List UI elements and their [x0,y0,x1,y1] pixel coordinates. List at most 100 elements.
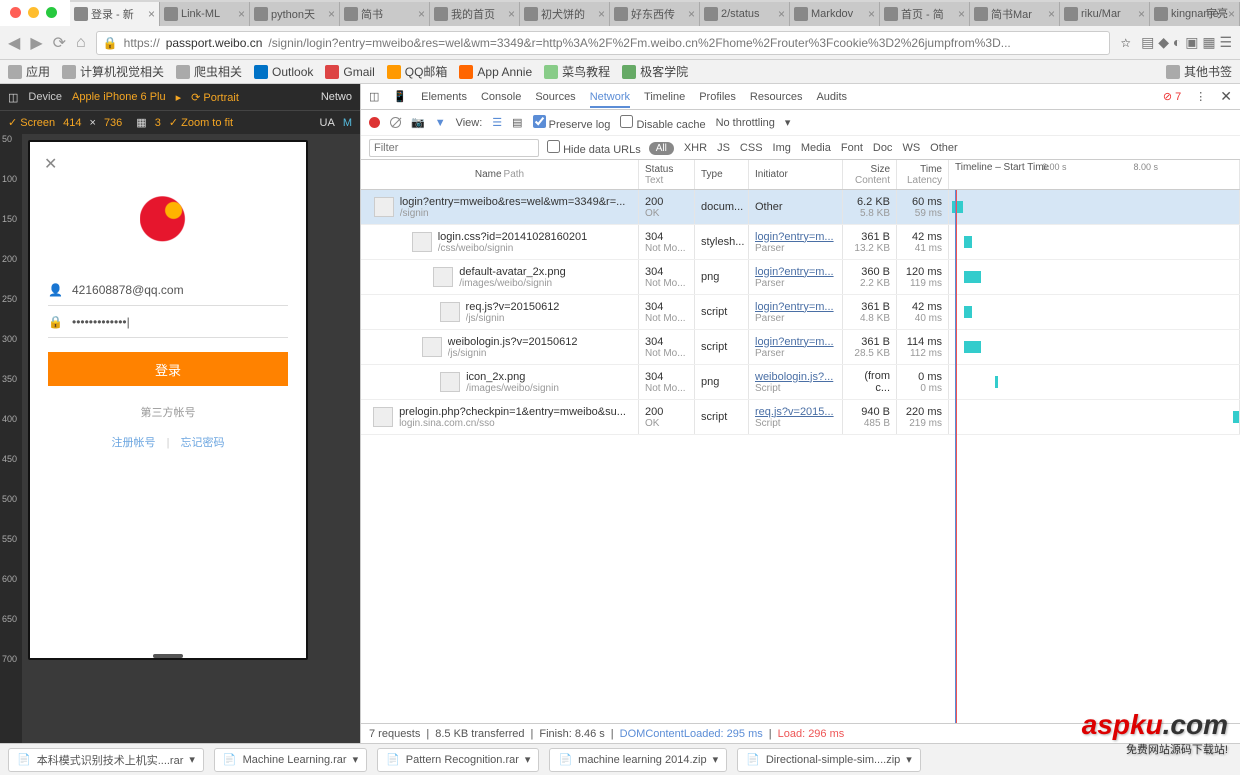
close-tab-icon[interactable]: × [1138,7,1145,21]
filter-type[interactable]: CSS [740,142,763,154]
devtools-tab[interactable]: Resources [750,91,803,103]
omnibox[interactable]: 🔒 https:// passport.weibo.cn /signin/log… [96,31,1111,55]
apps-shortcut[interactable]: 应用 [8,63,50,80]
close-tab-icon[interactable]: × [328,7,335,21]
close-tab-icon[interactable]: × [418,7,425,21]
bookmark-outlook[interactable]: Outlook [254,65,313,79]
view-large-icon[interactable]: ▤ [512,116,522,129]
browser-tab[interactable]: 我的首页× [430,2,520,26]
browser-tab[interactable]: python天× [250,2,340,26]
forgot-link[interactable]: 忘记密码 [180,437,224,449]
close-tab-icon[interactable]: × [148,7,155,21]
close-tab-icon[interactable]: × [508,7,515,21]
zoom-select[interactable]: ✓ Zoom to fit [169,116,233,129]
bookmark-qq[interactable]: QQ邮箱 [387,63,448,80]
close-tab-icon[interactable]: × [868,7,875,21]
extension-icons[interactable]: ▤ ◆ ◐ ▣ ▦ ☰ [1141,34,1232,51]
browser-tab[interactable]: 2/status× [700,2,790,26]
height-input[interactable]: 736 [104,117,122,129]
filter-type[interactable]: All [649,142,674,155]
reload-icon[interactable]: ⟳ [53,33,66,53]
filter-type[interactable]: XHR [684,142,707,154]
devtools-tab[interactable]: Sources [535,91,575,103]
devtools-tab[interactable]: Console [481,91,521,103]
camera-icon[interactable]: 📷 [411,116,425,129]
filter-type[interactable]: Other [930,142,958,154]
filter-type[interactable]: Img [773,142,791,154]
close-window-icon[interactable] [10,7,21,18]
devtools-tab[interactable]: Profiles [699,91,736,103]
bookmark-annie[interactable]: App Annie [459,65,532,79]
inspect-icon[interactable]: ◫ [8,91,18,104]
preserve-log-checkbox[interactable]: Preserve log [533,115,611,131]
home-icon[interactable]: ⌂ [76,34,86,52]
minimize-window-icon[interactable] [28,7,39,18]
bookmark-cainiao[interactable]: 菜鸟教程 [544,63,610,80]
filter-type[interactable]: JS [717,142,730,154]
chevron-down-icon[interactable]: ▾ [353,753,359,766]
filter-input[interactable] [369,139,539,157]
error-badge[interactable]: ⊘ 7 [1163,90,1181,103]
login-button[interactable]: 登录 [48,352,288,386]
browser-tab[interactable]: 好东西传× [610,2,700,26]
device-icon[interactable]: 📱 [393,90,407,103]
browser-tab[interactable]: riku/Mar× [1060,2,1150,26]
filter-type[interactable]: Doc [873,142,893,154]
view-list-icon[interactable]: ☰ [492,116,502,129]
filter-type[interactable]: WS [902,142,920,154]
record-icon[interactable] [369,117,380,128]
clear-icon[interactable] [390,117,401,128]
browser-tab[interactable]: 简书Mar× [970,2,1060,26]
star-icon[interactable]: ☆ [1120,36,1131,50]
browser-tab[interactable]: Link-ML× [160,2,250,26]
close-tab-icon[interactable]: × [778,7,785,21]
bookmark-jike[interactable]: 极客学院 [622,63,688,80]
close-tab-icon[interactable]: × [598,7,605,21]
bookmark-folder[interactable]: 爬虫相关 [176,63,242,80]
browser-tab[interactable]: 简书× [340,2,430,26]
download-chip[interactable]: 📄Pattern Recognition.rar ▾ [377,748,539,772]
chevron-down-icon[interactable]: ▾ [525,753,531,766]
download-chip[interactable]: 📄Directional-simple-sim....zip ▾ [737,748,921,772]
orientation-select[interactable]: ⟳ Portrait [191,91,239,104]
screen-toggle[interactable]: ✓ Screen [8,116,55,129]
close-devtools-icon[interactable]: ✕ [1220,88,1232,105]
email-field[interactable]: 👤421608878@qq.com [48,274,288,306]
devtools-tab[interactable]: Elements [421,91,467,103]
browser-tab[interactable]: 初犬饼的× [520,2,610,26]
filter-type[interactable]: Font [841,142,863,154]
device-select[interactable]: Apple iPhone 6 Plu [72,91,166,103]
filter-icon[interactable]: ▼ [435,117,446,129]
chevron-down-icon[interactable]: ▾ [906,753,912,766]
chevron-down-icon[interactable]: ▾ [713,753,719,766]
chevron-down-icon[interactable]: ▾ [189,753,195,766]
devtools-tab[interactable]: Network [590,91,630,108]
table-header[interactable]: NamePath StatusText Type Initiator SizeC… [361,160,1240,190]
close-tab-icon[interactable]: × [1048,7,1055,21]
maximize-window-icon[interactable] [46,7,57,18]
password-field[interactable]: 🔒•••••••••••••| [48,306,288,338]
download-chip[interactable]: 📄machine learning 2014.zip ▾ [549,748,727,772]
bookmark-folder[interactable]: 计算机视觉相关 [62,63,164,80]
throttle-select[interactable]: No throttling [716,117,775,129]
more-icon[interactable]: ⋮ [1195,90,1206,103]
dock-icon[interactable]: ◫ [369,90,379,103]
dpr-input[interactable]: 3 [155,117,161,129]
width-input[interactable]: 414 [63,117,81,129]
close-tab-icon[interactable]: × [1228,7,1235,21]
close-tab-icon[interactable]: × [238,7,245,21]
bookmark-gmail[interactable]: Gmail [325,65,374,79]
disable-cache-checkbox[interactable]: Disable cache [620,115,705,131]
devtools-tab[interactable]: Timeline [644,91,685,103]
back-icon[interactable]: ◀ [8,33,20,53]
forward-icon[interactable]: ▶ [30,33,42,53]
browser-tab[interactable]: 登录 - 新× [70,2,160,26]
filter-type[interactable]: Media [801,142,831,154]
browser-tab[interactable]: 首页 - 简× [880,2,970,26]
register-link[interactable]: 注册帐号 [112,437,156,449]
download-chip[interactable]: 📄Machine Learning.rar ▾ [214,748,367,772]
download-chip[interactable]: 📄本科模式识别技术上机实....rar ▾ [8,748,204,772]
devtools-tab[interactable]: Audits [816,91,847,103]
close-tab-icon[interactable]: × [688,7,695,21]
browser-tab[interactable]: Markdov× [790,2,880,26]
